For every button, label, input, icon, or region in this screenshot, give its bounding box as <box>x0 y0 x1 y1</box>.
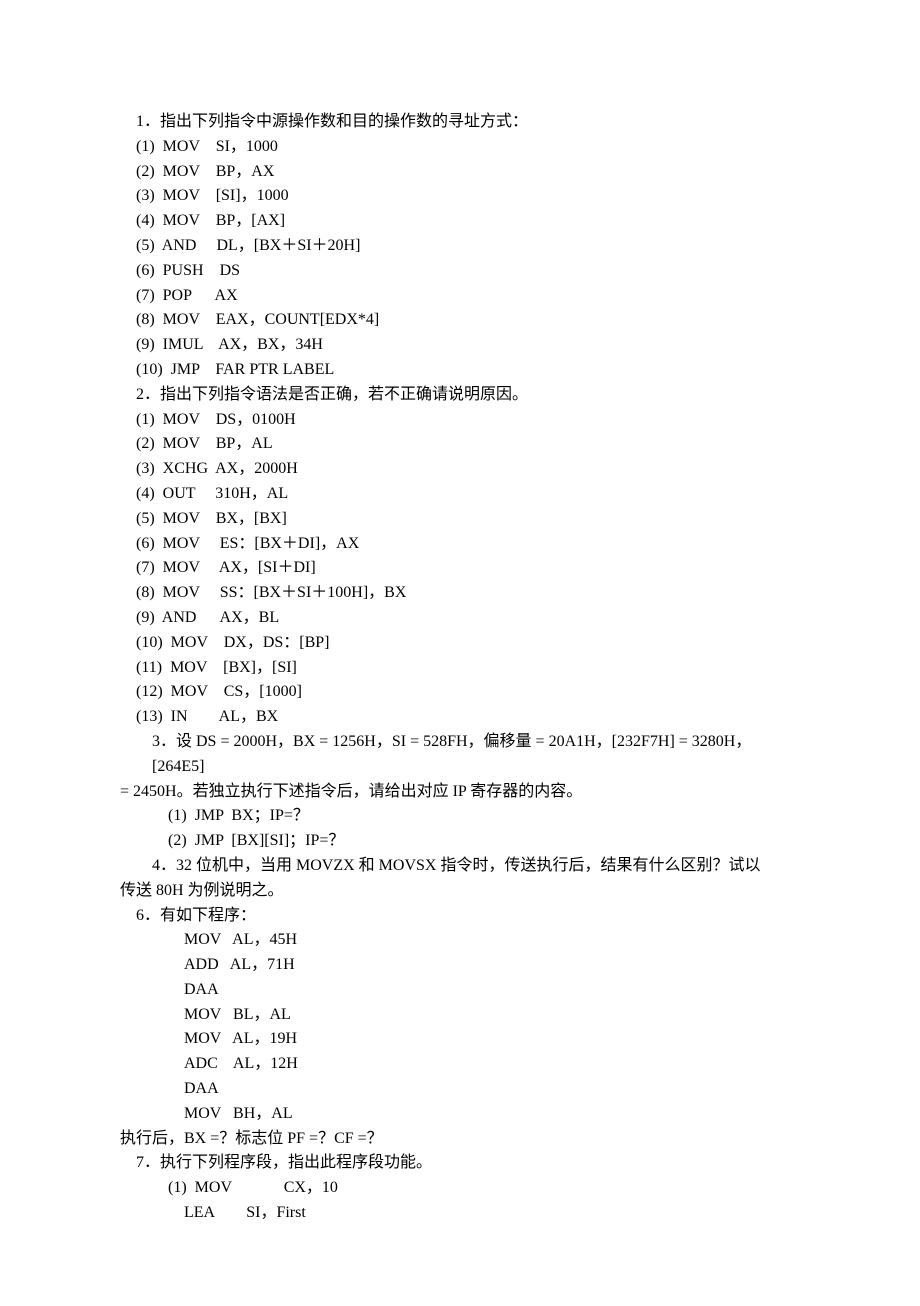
text-line: (10) JMP FAR PTR LABEL <box>120 358 800 383</box>
text-line: MOV BH，AL <box>120 1102 800 1127</box>
text-line: (8) MOV SS：[BX＋SI＋100H]，BX <box>120 581 800 606</box>
text-line: (7) MOV AX，[SI＋DI] <box>120 556 800 581</box>
text-line: (4) MOV BP，[AX] <box>120 209 800 234</box>
text-line: (4) OUT 310H，AL <box>120 482 800 507</box>
text-line: MOV BL，AL <box>120 1003 800 1028</box>
document-page: 1．指出下列指令中源操作数和目的操作数的寻址方式：(1) MOV SI，1000… <box>0 0 920 1306</box>
text-line: (11) MOV [BX]，[SI] <box>120 656 800 681</box>
text-line: DAA <box>120 978 800 1003</box>
text-line: = 2450H。若独立执行下述指令后，请给出对应 IP 寄存器的内容。 <box>120 780 800 805</box>
text-line: (5) MOV BX，[BX] <box>120 507 800 532</box>
text-line: (9) AND AX，BL <box>120 606 800 631</box>
text-line: 执行后，BX =？标志位 PF =？CF =？ <box>120 1127 800 1152</box>
text-line: (6) PUSH DS <box>120 259 800 284</box>
text-line: (9) IMUL AX，BX，34H <box>120 333 800 358</box>
text-line: MOV AL，45H <box>120 928 800 953</box>
text-line: MOV AL，19H <box>120 1027 800 1052</box>
text-line: (2) JMP [BX][SI]；IP=？ <box>120 829 800 854</box>
document-body: 1．指出下列指令中源操作数和目的操作数的寻址方式：(1) MOV SI，1000… <box>120 110 800 1226</box>
text-line: (1) JMP BX；IP=？ <box>120 804 800 829</box>
text-line: (12) MOV CS，[1000] <box>120 680 800 705</box>
text-line: (1) MOV SI，1000 <box>120 135 800 160</box>
text-line: (1) MOV CX，10 <box>120 1176 800 1201</box>
text-line: (8) MOV EAX，COUNT[EDX*4] <box>120 308 800 333</box>
text-line: (3) MOV [SI]，1000 <box>120 184 800 209</box>
text-line: (3) XCHG AX，2000H <box>120 457 800 482</box>
text-line: (13) IN AL，BX <box>120 705 800 730</box>
text-line: ADD AL，71H <box>120 953 800 978</box>
text-line: 1．指出下列指令中源操作数和目的操作数的寻址方式： <box>120 110 800 135</box>
text-line: (5) AND DL，[BX＋SI＋20H] <box>120 234 800 259</box>
text-line: 4．32 位机中，当用 MOVZX 和 MOVSX 指令时，传送执行后，结果有什… <box>120 854 800 879</box>
text-line: 7．执行下列程序段，指出此程序段功能。 <box>120 1151 800 1176</box>
text-line: (7) POP AX <box>120 284 800 309</box>
text-line: (2) MOV BP，AX <box>120 160 800 185</box>
text-line: (10) MOV DX，DS：[BP] <box>120 631 800 656</box>
text-line: 传送 80H 为例说明之。 <box>120 879 800 904</box>
text-line: 6．有如下程序： <box>120 904 800 929</box>
text-line: (1) MOV DS，0100H <box>120 408 800 433</box>
text-line: (6) MOV ES：[BX＋DI]，AX <box>120 532 800 557</box>
text-line: DAA <box>120 1077 800 1102</box>
text-line: (2) MOV BP，AL <box>120 432 800 457</box>
text-line: ADC AL，12H <box>120 1052 800 1077</box>
text-line: 2．指出下列指令语法是否正确，若不正确请说明原因。 <box>120 383 800 408</box>
text-line: LEA SI，First <box>120 1201 800 1226</box>
text-line: 3．设 DS = 2000H，BX = 1256H，SI = 528FH，偏移量… <box>120 730 800 780</box>
